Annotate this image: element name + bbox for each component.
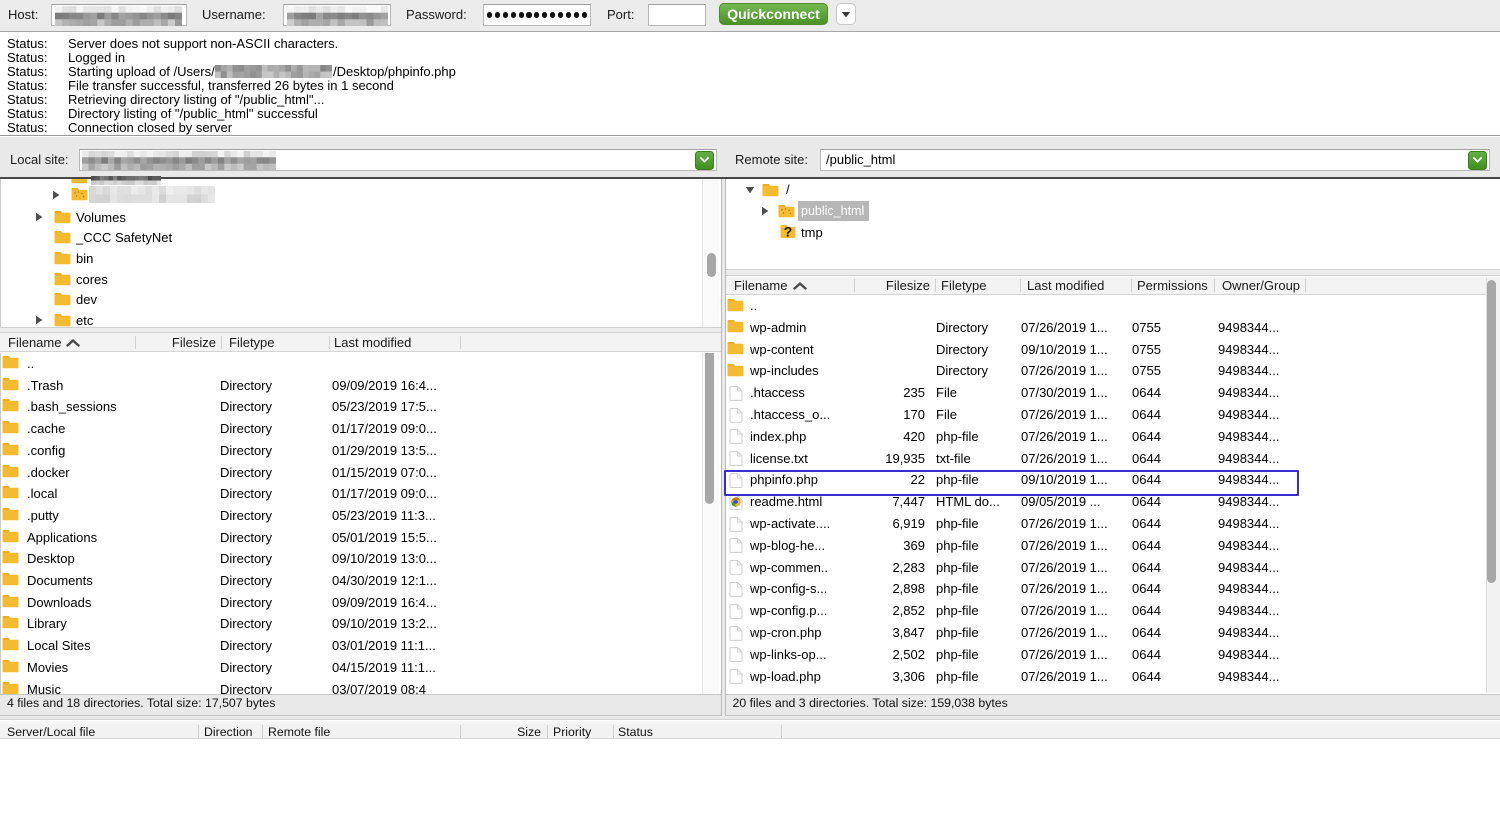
svg-text:?: ? — [784, 224, 793, 239]
